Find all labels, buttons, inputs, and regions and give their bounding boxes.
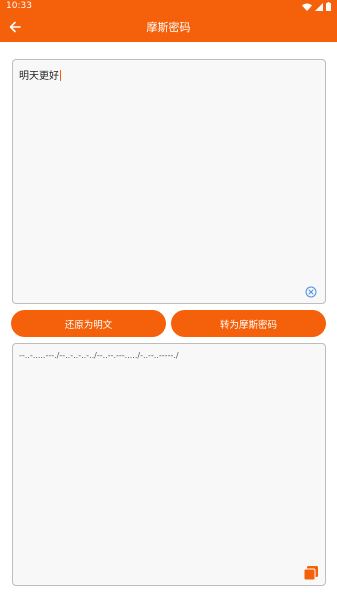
app-bar: 摩斯密码 bbox=[0, 13, 337, 42]
encode-to-morse-button[interactable]: 转为摩斯密码 bbox=[171, 310, 326, 337]
signal-icon bbox=[315, 2, 323, 11]
copy-button[interactable] bbox=[303, 565, 318, 581]
morse-output-area[interactable]: --..-.....---./--..-..-..-../--..--.---.… bbox=[12, 343, 326, 586]
plaintext-input[interactable]: 明天更好 bbox=[19, 67, 61, 82]
status-time: 10:33 bbox=[6, 1, 32, 11]
page-title: 摩斯密码 bbox=[146, 21, 191, 34]
clear-circle-icon bbox=[305, 286, 317, 298]
status-bar: 10:33 bbox=[0, 0, 337, 13]
plaintext-value: 明天更好 bbox=[19, 71, 59, 82]
text-caret bbox=[60, 70, 61, 81]
battery-icon bbox=[326, 2, 331, 11]
top-bar: 10:33 摩斯密码 bbox=[0, 0, 337, 42]
status-icons bbox=[302, 2, 331, 11]
copy-icon bbox=[303, 566, 318, 581]
decode-to-plaintext-button[interactable]: 还原为明文 bbox=[11, 310, 166, 337]
clear-button[interactable] bbox=[305, 283, 317, 298]
wifi-icon bbox=[302, 3, 312, 11]
plaintext-input-area[interactable]: 明天更好 bbox=[12, 59, 326, 304]
morse-output: --..-.....---./--..-..-..-../--..--.---.… bbox=[19, 351, 179, 360]
